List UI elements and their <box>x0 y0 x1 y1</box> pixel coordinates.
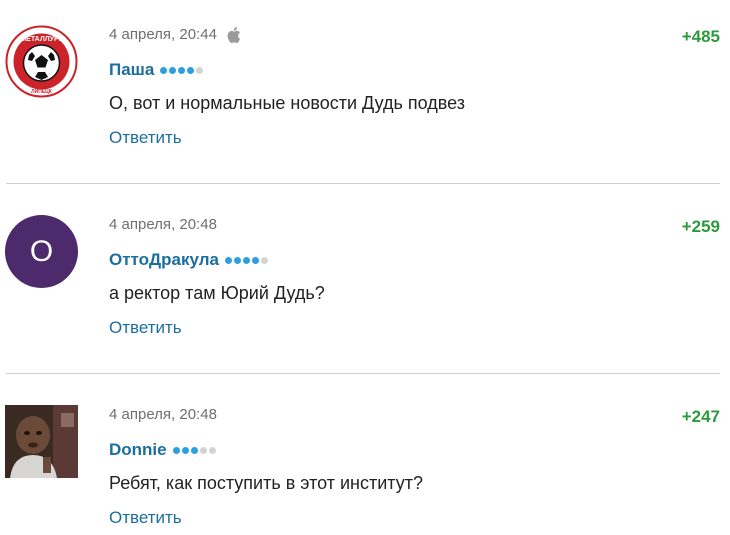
author-row: Donnie <box>109 440 216 460</box>
author-name[interactable]: ОттоДракула <box>109 250 219 270</box>
comment-text: а ректор там Юрий Дудь? <box>109 283 325 303</box>
reply-link[interactable]: Ответить <box>109 508 182 528</box>
rating-dots <box>224 256 268 264</box>
rating-dot <box>233 256 241 264</box>
rating-dot <box>199 446 207 454</box>
divider <box>6 183 720 184</box>
comment-date: 4 апреля, 20:44 <box>109 26 217 43</box>
reply-link[interactable]: Ответить <box>109 128 182 148</box>
avatar[interactable] <box>5 405 78 478</box>
author-row: Паша <box>109 60 204 80</box>
user-photo-icon <box>5 405 78 478</box>
comment-meta: 4 апреля, 20:48 <box>109 406 217 423</box>
reply-link[interactable]: Ответить <box>109 318 182 338</box>
author-name[interactable]: Паша <box>109 60 154 80</box>
logo-subtext: ЛИПЕЦК <box>31 89 53 95</box>
rating-dot <box>169 66 177 74</box>
rating-dot <box>172 446 180 454</box>
divider <box>6 373 720 374</box>
logo-text: МЕТАЛЛУРГ <box>20 36 62 43</box>
rating-dot <box>196 66 204 74</box>
rating-dot <box>181 446 189 454</box>
avatar[interactable]: МЕТАЛЛУРГ ЛИПЕЦК <box>5 25 78 98</box>
author-row: ОттоДракула <box>109 250 268 270</box>
comment-text: О, вот и нормальные новости Дудь подвез <box>109 93 465 113</box>
comment-item: МЕТАЛЛУРГ ЛИПЕЦК 4 апреля, 20:44 Паша О,… <box>0 0 730 183</box>
comment-item: O 4 апреля, 20:48 ОттоДракула а ректор т… <box>0 190 730 373</box>
comment-meta: 4 апреля, 20:44 <box>109 26 241 43</box>
rating-dot <box>251 256 259 264</box>
comment-score: +485 <box>681 27 720 46</box>
club-logo-icon: МЕТАЛЛУРГ ЛИПЕЦК <box>5 25 78 98</box>
rating-dot <box>260 256 268 264</box>
rating-dot <box>160 66 168 74</box>
comment-item: 4 апреля, 20:48 Donnie Ребят, как поступ… <box>0 380 730 535</box>
rating-dots <box>160 66 204 74</box>
comment-text: Ребят, как поступить в этот институт? <box>109 473 423 493</box>
apple-icon <box>227 26 241 43</box>
rating-dots <box>172 446 216 454</box>
rating-dot <box>187 66 195 74</box>
avatar-letter: O <box>29 234 54 268</box>
comment-score: +247 <box>681 407 720 426</box>
comment-date: 4 апреля, 20:48 <box>109 216 217 233</box>
comment-meta: 4 апреля, 20:48 <box>109 216 217 233</box>
rating-dot <box>224 256 232 264</box>
author-name[interactable]: Donnie <box>109 440 167 460</box>
rating-dot <box>190 446 198 454</box>
comment-score: +259 <box>681 217 720 236</box>
avatar[interactable]: O <box>5 215 78 288</box>
comment-date: 4 апреля, 20:48 <box>109 406 217 423</box>
rating-dot <box>208 446 216 454</box>
rating-dot <box>178 66 186 74</box>
rating-dot <box>242 256 250 264</box>
